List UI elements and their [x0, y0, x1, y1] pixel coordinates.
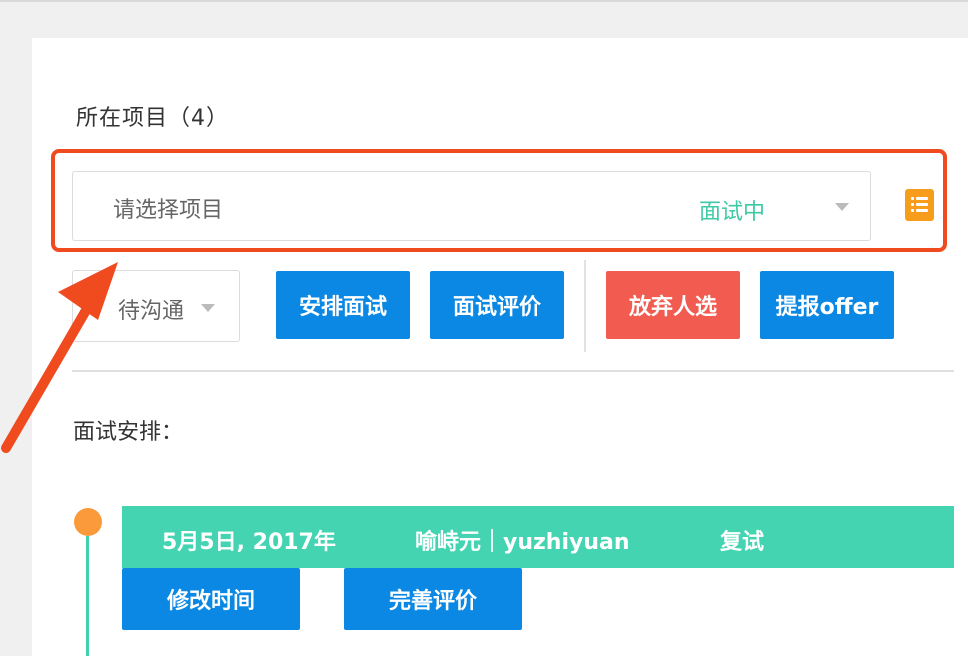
arrow-annotation — [1, 262, 118, 453]
